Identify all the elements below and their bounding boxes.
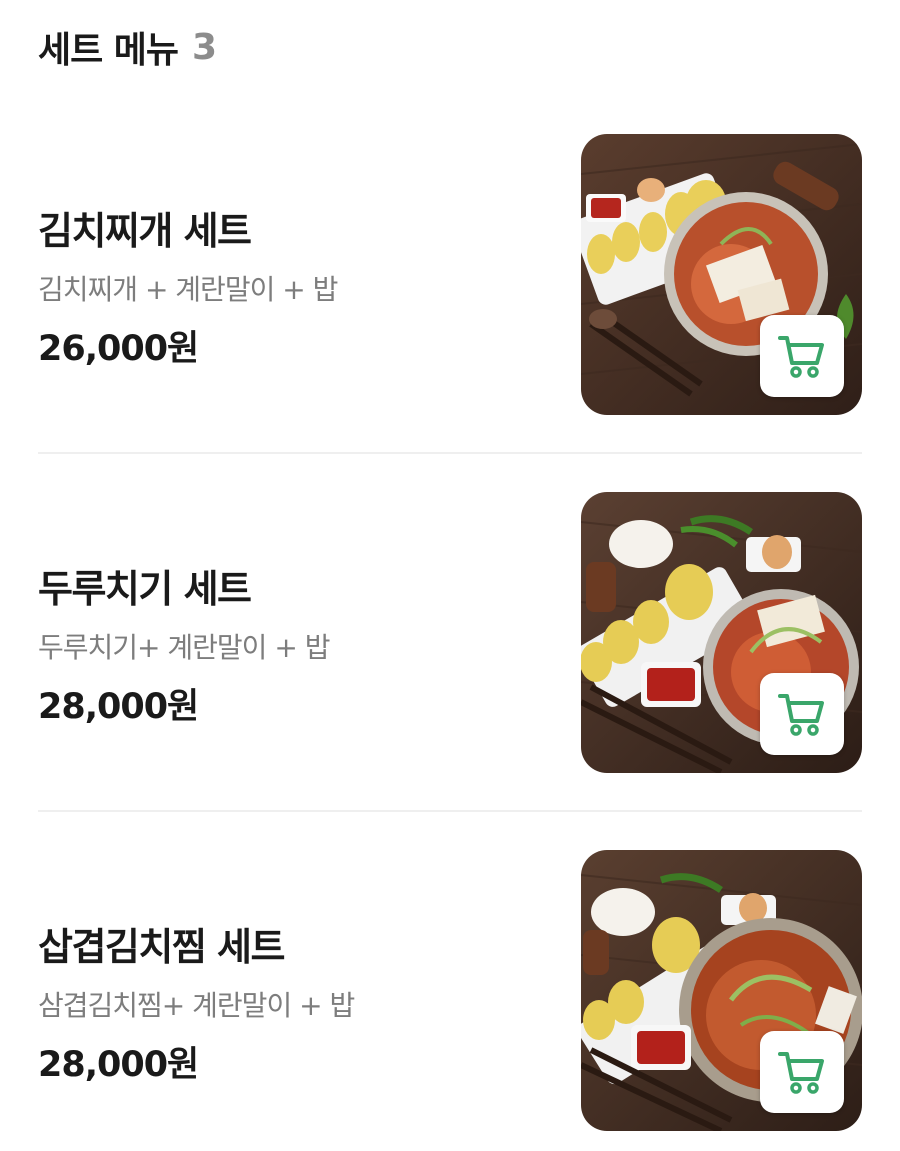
menu-item-info: 김치찌개 세트 김치찌개 + 계란말이 + 밥 26,000원 [38, 134, 558, 416]
menu-item-description: 두루치기+ 계란말이 + 밥 [38, 631, 330, 664]
menu-item-name: 두루치기 세트 [38, 567, 252, 611]
menu-item-price: 28,000원 [38, 1045, 199, 1085]
section-count: 3 [192, 26, 218, 68]
section-title: 세트 메뉴 [38, 30, 179, 71]
menu-item-price: 28,000원 [38, 687, 199, 727]
divider [38, 452, 862, 454]
food-photo[interactable] [581, 134, 862, 415]
food-photo[interactable] [581, 850, 862, 1131]
menu-item-price: 26,000원 [38, 329, 199, 369]
divider [38, 810, 862, 812]
food-photo[interactable] [581, 492, 862, 773]
cart-icon [778, 336, 824, 378]
menu-item-duruchigi-set[interactable]: 두루치기 세트 두루치기+ 계란말이 + 밥 28,000원 [38, 492, 862, 774]
menu-item-samgyeop-kimchi-jjim-set[interactable]: 삽겹김치찜 세트 삼겹김치찜+ 계란말이 + 밥 28,000원 [38, 850, 862, 1132]
add-to-cart-button[interactable] [760, 1031, 844, 1113]
menu-item-description: 삼겹김치찜+ 계란말이 + 밥 [38, 989, 355, 1022]
add-to-cart-button[interactable] [760, 673, 844, 755]
menu-item-name: 김치찌개 세트 [38, 209, 252, 253]
section-header: 세트 메뉴 3 [38, 22, 217, 72]
cart-icon [778, 694, 824, 736]
add-to-cart-button[interactable] [760, 315, 844, 397]
menu-item-name: 삽겹김치찜 세트 [38, 925, 285, 969]
menu-item-kimchi-jjigae-set[interactable]: 김치찌개 세트 김치찌개 + 계란말이 + 밥 26,000원 [38, 134, 862, 416]
menu-item-info: 삽겹김치찜 세트 삼겹김치찜+ 계란말이 + 밥 28,000원 [38, 850, 558, 1132]
menu-item-description: 김치찌개 + 계란말이 + 밥 [38, 273, 338, 306]
cart-icon [778, 1052, 824, 1094]
menu-item-info: 두루치기 세트 두루치기+ 계란말이 + 밥 28,000원 [38, 492, 558, 774]
